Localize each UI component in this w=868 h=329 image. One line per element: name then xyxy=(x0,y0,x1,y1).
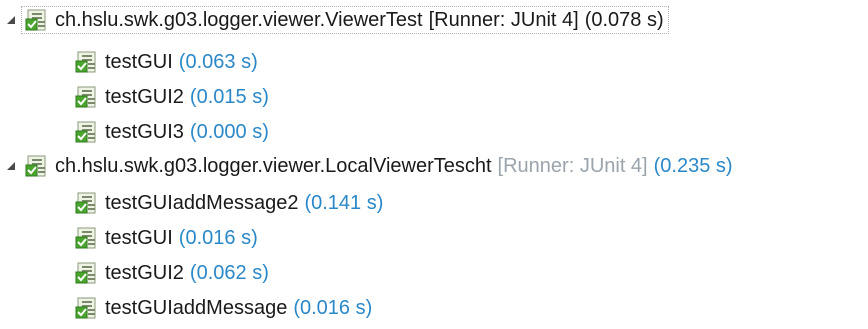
suite-row-localviewertescht[interactable]: ch.hslu.swk.g03.logger.viewer.LocalViewe… xyxy=(0,149,733,183)
test-suite-passed-icon xyxy=(24,8,48,32)
test-row[interactable]: testGUI (0.016 s) xyxy=(74,221,258,255)
test-name: testGUI2 xyxy=(105,85,184,108)
test-name: testGUI2 xyxy=(105,261,184,284)
test-name: testGUI xyxy=(105,50,173,73)
test-name: testGUI xyxy=(105,226,173,249)
test-passed-icon xyxy=(74,191,98,215)
suite-runner: [Runner: JUnit 4] xyxy=(428,8,579,31)
junit-test-tree: ch.hslu.swk.g03.logger.viewer.ViewerTest… xyxy=(0,0,868,329)
test-suite-passed-icon xyxy=(24,154,48,178)
suite-runner: [Runner: JUnit 4] xyxy=(497,154,648,177)
test-passed-icon xyxy=(74,296,98,320)
suite-time: (0.078 s) xyxy=(584,8,664,31)
test-name: testGUI3 xyxy=(105,120,184,143)
test-passed-icon xyxy=(74,85,98,109)
test-name: testGUIaddMessage2 xyxy=(105,191,299,214)
test-time: (0.063 s) xyxy=(178,50,258,73)
test-passed-icon xyxy=(74,261,98,285)
suite-name: ch.hslu.swk.g03.logger.viewer.LocalViewe… xyxy=(55,154,492,177)
test-row[interactable]: testGUIaddMessage (0.016 s) xyxy=(74,291,372,325)
test-row[interactable]: testGUI (0.063 s) xyxy=(74,45,258,79)
test-time: (0.016 s) xyxy=(293,296,373,319)
test-time: (0.000 s) xyxy=(189,120,269,143)
test-row[interactable]: testGUI2 (0.062 s) xyxy=(74,256,269,290)
test-time: (0.016 s) xyxy=(178,226,258,249)
expanded-triangle-icon[interactable] xyxy=(4,13,18,27)
test-time: (0.062 s) xyxy=(189,261,269,284)
test-time: (0.015 s) xyxy=(189,85,269,108)
test-row[interactable]: testGUI3 (0.000 s) xyxy=(74,115,269,149)
test-time: (0.141 s) xyxy=(304,191,384,214)
suite-time: (0.235 s) xyxy=(653,154,733,177)
test-name: testGUIaddMessage xyxy=(105,296,288,319)
expanded-triangle-icon[interactable] xyxy=(4,159,18,173)
test-passed-icon xyxy=(74,120,98,144)
test-passed-icon xyxy=(74,50,98,74)
test-passed-icon xyxy=(74,226,98,250)
test-row[interactable]: testGUIaddMessage2 (0.141 s) xyxy=(74,186,383,220)
suite-name: ch.hslu.swk.g03.logger.viewer.ViewerTest xyxy=(55,8,423,31)
suite-row-viewertest[interactable]: ch.hslu.swk.g03.logger.viewer.ViewerTest… xyxy=(0,3,669,37)
test-row[interactable]: testGUI2 (0.015 s) xyxy=(74,80,269,114)
